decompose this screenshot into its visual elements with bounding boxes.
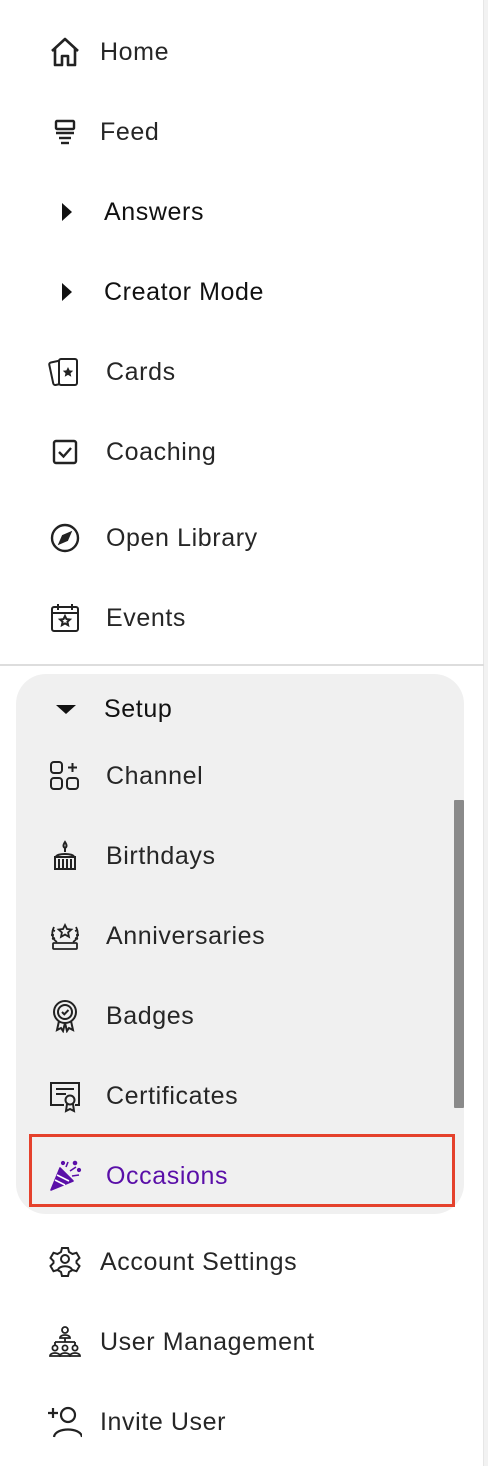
cards-icon xyxy=(47,354,83,390)
checkbox-icon xyxy=(47,434,83,470)
nav-label-creator-mode: Creator Mode xyxy=(104,277,265,306)
caret-down-icon xyxy=(48,691,84,727)
nav-label-user-management: User Management xyxy=(100,1327,315,1356)
nav-item-creator-mode[interactable]: Creator Mode xyxy=(0,264,470,320)
user-hierarchy-icon xyxy=(47,1324,83,1360)
nav-item-invite-user[interactable]: Invite User xyxy=(0,1394,470,1450)
gear-user-icon xyxy=(47,1244,83,1280)
setup-label-birthdays: Birthdays xyxy=(106,841,216,870)
nav-item-events[interactable]: Events xyxy=(0,590,470,646)
cake-icon xyxy=(47,838,83,874)
nav-label-events: Events xyxy=(106,603,187,632)
nav-item-user-management[interactable]: User Management xyxy=(0,1314,470,1370)
feed-icon xyxy=(47,114,83,150)
home-icon xyxy=(47,34,83,70)
grid-plus-icon xyxy=(47,758,83,794)
add-user-icon xyxy=(47,1404,83,1440)
caret-right-icon xyxy=(48,274,84,310)
nav-label-feed: Feed xyxy=(100,117,160,146)
nav-item-account-settings[interactable]: Account Settings xyxy=(0,1234,470,1290)
nav-label-answers: Answers xyxy=(104,197,205,226)
nav-item-home[interactable]: Home xyxy=(0,24,470,80)
nav-label-cards: Cards xyxy=(106,357,176,386)
setup-section-title: Setup xyxy=(104,694,173,723)
sidebar-edge xyxy=(483,0,488,1466)
nav-item-answers[interactable]: Answers xyxy=(0,184,470,240)
nav-label-account-settings: Account Settings xyxy=(100,1247,298,1276)
nav-item-feed[interactable]: Feed xyxy=(0,104,470,160)
laurel-star-icon xyxy=(47,918,83,954)
setup-item-channel[interactable]: Channel xyxy=(0,748,470,804)
active-item-highlight xyxy=(29,1134,455,1207)
setup-label-badges: Badges xyxy=(106,1001,195,1030)
setup-section-header[interactable]: Setup xyxy=(0,681,470,737)
compass-icon xyxy=(47,520,83,556)
nav-label-home: Home xyxy=(100,37,170,66)
calendar-star-icon xyxy=(47,600,83,636)
setup-item-birthdays[interactable]: Birthdays xyxy=(0,828,470,884)
setup-item-anniversaries[interactable]: Anniversaries xyxy=(0,908,470,964)
setup-label-certificates: Certificates xyxy=(106,1081,239,1110)
certificate-icon xyxy=(47,1078,83,1114)
setup-item-certificates[interactable]: Certificates xyxy=(0,1068,470,1124)
setup-scrollbar[interactable] xyxy=(454,800,464,1108)
nav-item-cards[interactable]: Cards xyxy=(0,344,470,400)
badge-ribbon-icon xyxy=(47,998,83,1034)
nav-label-open-library: Open Library xyxy=(106,523,258,552)
setup-label-channel: Channel xyxy=(106,761,204,790)
nav-item-coaching[interactable]: Coaching xyxy=(0,424,470,480)
setup-label-anniversaries: Anniversaries xyxy=(106,921,266,950)
nav-label-coaching: Coaching xyxy=(106,437,217,466)
nav-item-open-library[interactable]: Open Library xyxy=(0,510,470,566)
caret-right-icon xyxy=(48,194,84,230)
setup-item-badges[interactable]: Badges xyxy=(0,988,470,1044)
section-divider xyxy=(0,664,484,666)
nav-label-invite-user: Invite User xyxy=(100,1407,227,1436)
